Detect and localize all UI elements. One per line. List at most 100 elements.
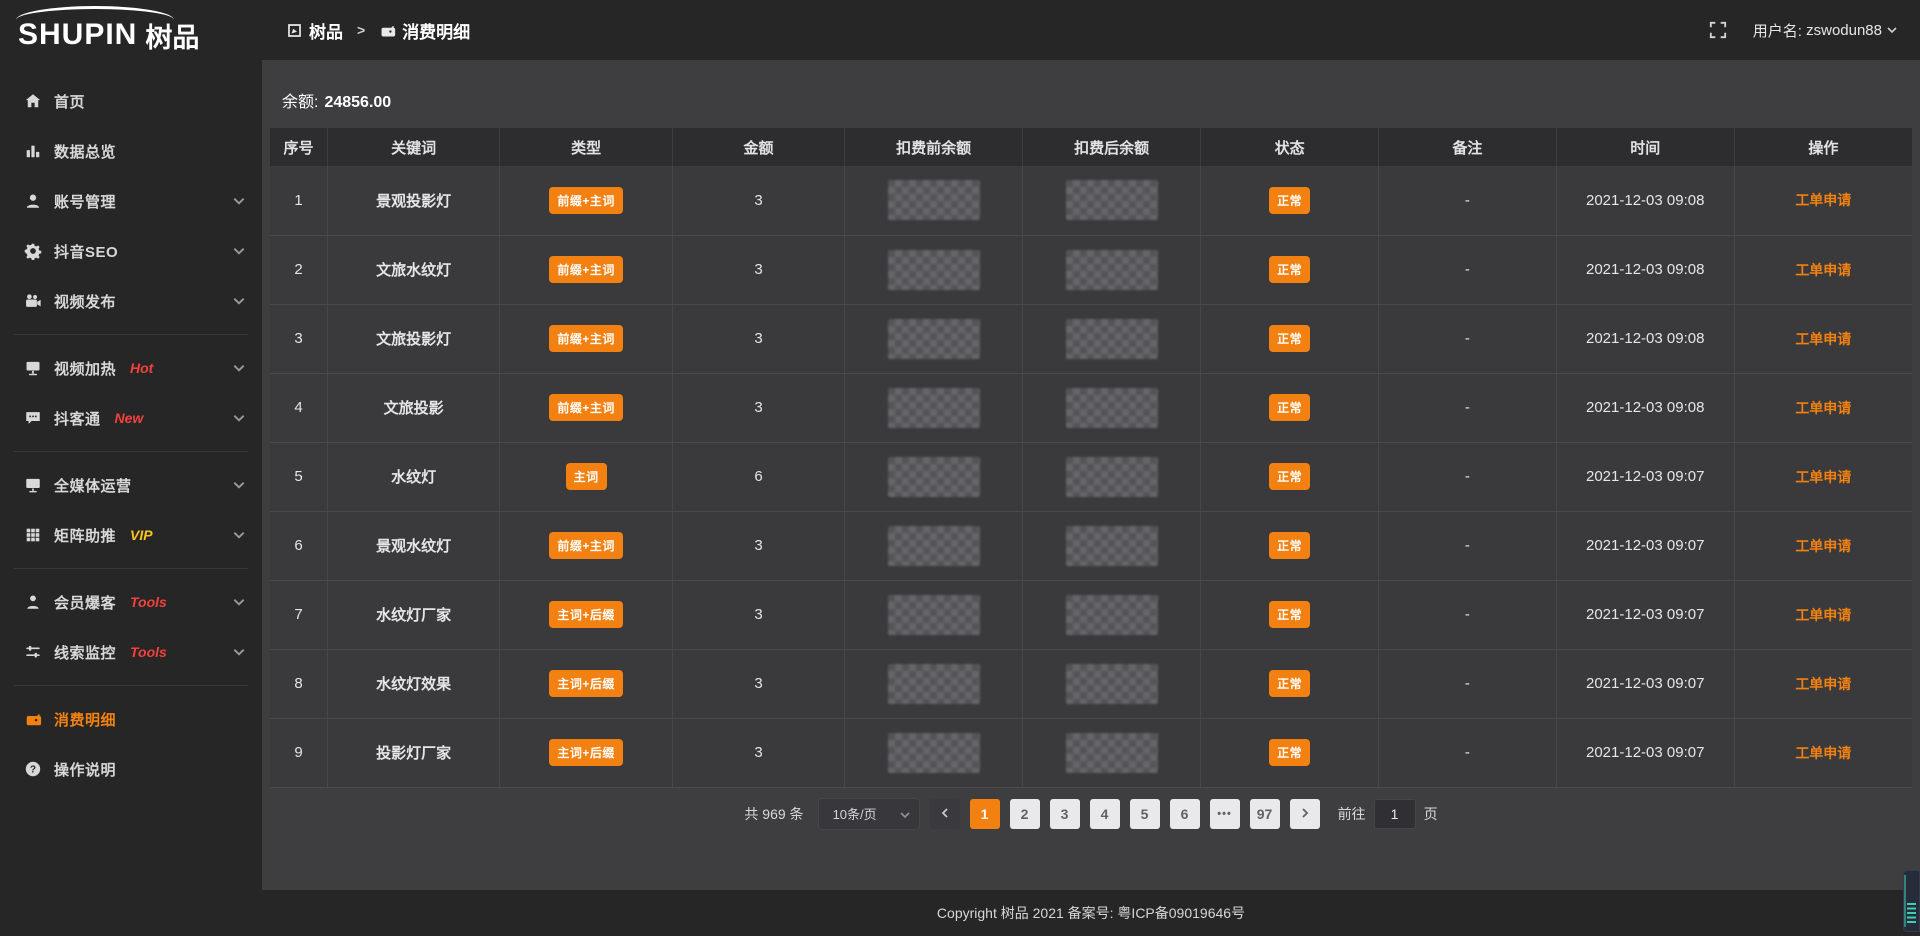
sidebar-item-consume-detail[interactable]: 消费明细 xyxy=(0,694,262,744)
sidebar-item-video-heat[interactable]: 视频加热Hot xyxy=(0,343,262,393)
sidebar: SHUPIN 树品 首页数据总览账号管理抖音SEO视频发布视频加热Hot抖客通N… xyxy=(0,0,262,936)
table-cell: 正常 xyxy=(1201,235,1379,304)
table-cell: - xyxy=(1378,580,1556,649)
row-index: 5 xyxy=(294,468,302,485)
page-button-97[interactable]: 97 xyxy=(1250,799,1280,829)
table-cell xyxy=(1023,511,1201,580)
remark-cell: - xyxy=(1465,744,1470,761)
prev-page-button[interactable] xyxy=(930,799,960,829)
footer: Copyright 树品 2021 备案号: 粤ICP备09019646号 xyxy=(262,890,1920,936)
type-badge: 主词+后缀 xyxy=(549,601,623,628)
username-value: zswodun88 xyxy=(1806,22,1882,39)
sidebar-item-account-manage[interactable]: 账号管理 xyxy=(0,176,262,226)
chevron-down-icon xyxy=(232,411,246,425)
sidebar-item-tag: Tools xyxy=(130,594,167,610)
goto-page-input[interactable] xyxy=(1374,799,1416,829)
mini-widget[interactable] xyxy=(1903,870,1920,932)
sidebar-item-douketong[interactable]: 抖客通New xyxy=(0,393,262,443)
page-button-4[interactable]: 4 xyxy=(1090,799,1120,829)
table-cell: 工单申请 xyxy=(1734,442,1912,511)
sidebar-item-home[interactable]: 首页 xyxy=(0,76,262,126)
table-row: 3文旅投影灯前缀+主词3正常-2021-12-03 09:08工单申请 xyxy=(270,304,1912,373)
post-balance-blurred xyxy=(1066,250,1158,290)
status-badge: 正常 xyxy=(1269,463,1310,490)
chevron-left-icon xyxy=(939,806,951,822)
table-cell: 工单申请 xyxy=(1734,649,1912,718)
work-order-link[interactable]: 工单申请 xyxy=(1795,745,1851,761)
type-badge: 前缀+主词 xyxy=(549,325,623,352)
sidebar-item-matrix-boost[interactable]: 矩阵助推VIP xyxy=(0,510,262,560)
gear-icon xyxy=(24,242,42,260)
row-index: 2 xyxy=(294,261,302,278)
sidebar-item-video-publish[interactable]: 视频发布 xyxy=(0,276,262,326)
chevron-down-icon xyxy=(899,809,911,821)
pagination-total: 共 969 条 xyxy=(744,804,803,824)
grid-icon xyxy=(24,526,42,544)
mini-widget-stripes xyxy=(1907,903,1916,925)
logo-text-cn: 树品 xyxy=(145,16,199,55)
pre-balance-blurred xyxy=(888,250,980,290)
sidebar-item-help[interactable]: ?操作说明 xyxy=(0,744,262,794)
work-order-link[interactable]: 工单申请 xyxy=(1795,192,1851,208)
keyword-cell: 文旅投影 xyxy=(384,400,444,417)
table-cell: - xyxy=(1378,373,1556,442)
pre-balance-blurred xyxy=(888,388,980,428)
breadcrumb-item[interactable]: 树品 xyxy=(309,18,343,43)
sidebar-item-data-overview[interactable]: 数据总览 xyxy=(0,126,262,176)
page-button-1[interactable]: 1 xyxy=(970,799,1000,829)
table-cell: 主词+后缀 xyxy=(500,649,672,718)
work-order-link[interactable]: 工单申请 xyxy=(1795,607,1851,623)
work-order-link[interactable]: 工单申请 xyxy=(1795,469,1851,485)
table-cell: 水纹灯 xyxy=(327,442,499,511)
table-cell: 2021-12-03 09:07 xyxy=(1556,511,1734,580)
sidebar-item-label: 消费明细 xyxy=(54,709,116,730)
page-size-select[interactable]: 10条/页 xyxy=(818,798,920,830)
sidebar-item-member-burst[interactable]: 会员爆客 Tools xyxy=(0,577,262,627)
sidebar-item-all-media[interactable]: 全媒体运营 xyxy=(0,460,262,510)
fullscreen-icon[interactable] xyxy=(1709,21,1727,39)
amount-cell: 3 xyxy=(754,606,762,623)
amount-cell: 3 xyxy=(754,537,762,554)
consumption-table: 序号关键词类型金额扣费前余额扣费后余额状态备注时间操作 1景观投影灯前缀+主词3… xyxy=(270,128,1912,788)
sidebar-item-label: 会员爆客 xyxy=(54,592,116,613)
table-cell: 文旅水纹灯 xyxy=(327,235,499,304)
page-button-2[interactable]: 2 xyxy=(1010,799,1040,829)
breadcrumb: 树品 > 消费明细 xyxy=(286,18,470,43)
status-badge: 正常 xyxy=(1269,532,1310,559)
work-order-link[interactable]: 工单申请 xyxy=(1795,400,1851,416)
video-icon xyxy=(24,292,42,310)
remark-cell: - xyxy=(1465,606,1470,623)
pagination: 共 969 条 10条/页 123456•••97 前往 页 xyxy=(270,798,1912,830)
work-order-link[interactable]: 工单申请 xyxy=(1795,262,1851,278)
page-button-5[interactable]: 5 xyxy=(1130,799,1160,829)
status-badge: 正常 xyxy=(1269,256,1310,283)
goto-label: 前往 xyxy=(1338,804,1366,824)
time-cell: 2021-12-03 09:07 xyxy=(1586,744,1704,761)
work-order-link[interactable]: 工单申请 xyxy=(1795,331,1851,347)
keyword-cell: 景观投影灯 xyxy=(376,193,451,210)
remark-cell: - xyxy=(1465,468,1470,485)
work-order-link[interactable]: 工单申请 xyxy=(1795,538,1851,554)
table-cell: 工单申请 xyxy=(1734,235,1912,304)
screen-icon xyxy=(24,359,42,377)
sidebar-divider xyxy=(14,568,248,569)
page-ellipsis-button[interactable]: ••• xyxy=(1210,799,1240,829)
remark-cell: - xyxy=(1465,399,1470,416)
table-cell: 2021-12-03 09:08 xyxy=(1556,304,1734,373)
sidebar-item-clue-monitor[interactable]: 线索监控Tools xyxy=(0,627,262,677)
table-cell xyxy=(1023,442,1201,511)
app-logo[interactable]: SHUPIN 树品 xyxy=(0,0,262,62)
table-cell: 工单申请 xyxy=(1734,373,1912,442)
user-menu[interactable]: 用户名: zswodun88 xyxy=(1753,20,1898,41)
work-order-link[interactable]: 工单申请 xyxy=(1795,676,1851,692)
next-page-button[interactable] xyxy=(1290,799,1320,829)
page-button-3[interactable]: 3 xyxy=(1050,799,1080,829)
member-icon xyxy=(24,593,42,611)
row-index: 7 xyxy=(294,606,302,623)
home-icon xyxy=(24,92,42,110)
table-cell: 投影灯厂家 xyxy=(327,718,499,787)
table-cell: 2021-12-03 09:08 xyxy=(1556,166,1734,235)
page-button-6[interactable]: 6 xyxy=(1170,799,1200,829)
table-row: 6景观水纹灯前缀+主词3正常-2021-12-03 09:07工单申请 xyxy=(270,511,1912,580)
sidebar-item-douyin-seo[interactable]: 抖音SEO xyxy=(0,226,262,276)
